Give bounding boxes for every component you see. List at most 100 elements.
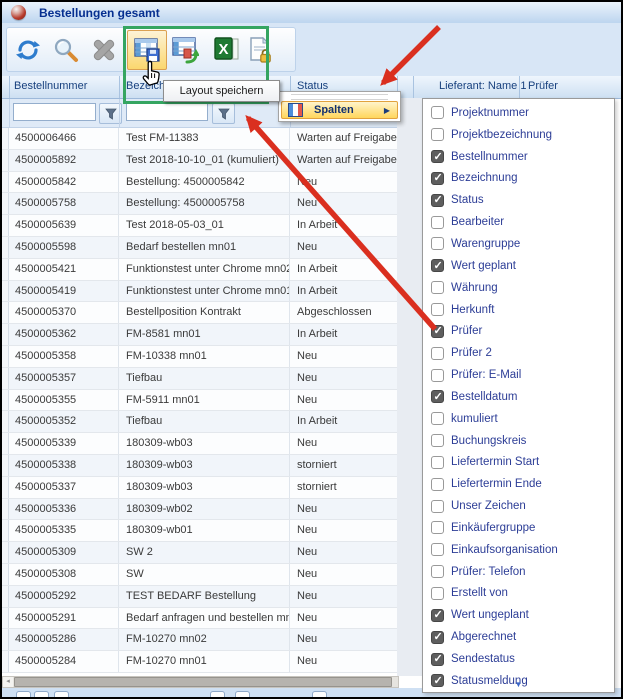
table-row[interactable]: 4500005370 Bestellposition Kontrakt Abge…: [2, 302, 397, 324]
table-row[interactable]: 4500005357 Tiefbau Neu: [2, 368, 397, 390]
column-menu-item[interactable]: Status: [431, 189, 610, 211]
pager-button[interactable]: [312, 691, 327, 699]
column-menu-item[interactable]: Währung: [431, 277, 610, 299]
table-row[interactable]: 4500005284 FM-10270 mn01 Neu: [2, 651, 397, 673]
column-menu-item[interactable]: Erstellt von: [431, 583, 610, 605]
scrollbar-left-arrow-icon[interactable]: ◂: [3, 677, 13, 687]
table-row[interactable]: 4500005598 Bedarf bestellen mn01 Neu: [2, 237, 397, 259]
column-menu-item[interactable]: Unser Zeichen: [431, 495, 610, 517]
column-checkbox[interactable]: [431, 456, 444, 469]
table-row[interactable]: 4500005842 Bestellung: 4500005842 Neu: [2, 172, 397, 194]
column-menu-item[interactable]: Wert ungeplant: [431, 604, 610, 626]
column-checkbox[interactable]: [431, 390, 444, 403]
column-menu-item[interactable]: Projektbezeichnung: [431, 124, 610, 146]
column-checkbox[interactable]: [431, 369, 444, 382]
search-button[interactable]: [53, 37, 79, 63]
pager-button[interactable]: [54, 691, 69, 699]
column-menu-item[interactable]: Prüfer 2: [431, 342, 610, 364]
column-checkbox[interactable]: [431, 653, 444, 666]
column-menu-item[interactable]: Einkäufergruppe: [431, 517, 610, 539]
pager-button[interactable]: [235, 691, 250, 699]
column-checkbox[interactable]: [431, 631, 444, 644]
column-menu-item[interactable]: Buchungskreis: [431, 430, 610, 452]
horizontal-scrollbar[interactable]: ◂: [2, 676, 399, 688]
column-checkbox[interactable]: [431, 325, 444, 338]
table-row[interactable]: 4500005892 Test 2018-10-10_01 (kumuliert…: [2, 150, 397, 172]
table-row[interactable]: 4500005758 Bestellung: 4500005758 Neu: [2, 193, 397, 215]
column-menu-item[interactable]: Abgerechnet: [431, 626, 610, 648]
table-row[interactable]: 4500005358 FM-10338 mn01 Neu: [2, 346, 397, 368]
table-row[interactable]: 4500005336 180309-wb02 Neu: [2, 499, 397, 521]
scrollbar-thumb[interactable]: [14, 677, 392, 687]
table-row[interactable]: 4500005309 SW 2 Neu: [2, 542, 397, 564]
column-checkbox[interactable]: [431, 106, 444, 119]
table-row[interactable]: 4500005308 SW Neu: [2, 564, 397, 586]
table-row[interactable]: 4500005338 180309-wb03 storniert: [2, 455, 397, 477]
column-menu-item[interactable]: Einkaufsorganisation: [431, 539, 610, 561]
column-menu-item[interactable]: Projektnummer: [431, 102, 610, 124]
header-divider: [519, 76, 520, 98]
column-menu-item[interactable]: Prüfer: Telefon: [431, 561, 610, 583]
submenu-arrow-icon: ▶: [384, 106, 390, 115]
column-menu-item[interactable]: Liefertermin Ende: [431, 473, 610, 495]
column-menu-item[interactable]: Herkunft: [431, 299, 610, 321]
table-row[interactable]: 4500005362 FM-8581 mn01 In Arbeit: [2, 324, 397, 346]
column-menu-item[interactable]: Liefertermin Start: [431, 452, 610, 474]
column-checkbox[interactable]: [431, 500, 444, 513]
column-checkbox[interactable]: [431, 609, 444, 622]
pager-button[interactable]: [34, 691, 49, 699]
column-checkbox[interactable]: [431, 434, 444, 447]
column-checkbox[interactable]: [431, 172, 444, 185]
column-header-pruefer[interactable]: Prüfer: [528, 80, 558, 92]
table-row[interactable]: 4500006466 Test FM-11383 Warten auf Frei…: [2, 128, 397, 150]
column-menu-item[interactable]: Prüfer: E-Mail: [431, 364, 610, 386]
table-row[interactable]: 4500005355 FM-5911 mn01 Neu: [2, 390, 397, 412]
column-checkbox[interactable]: [431, 303, 444, 316]
refresh-button[interactable]: [15, 37, 41, 63]
column-menu-item[interactable]: Prüfer: [431, 320, 610, 342]
menu-item-spalten[interactable]: Spalten ▶: [281, 101, 398, 119]
table-row[interactable]: 4500005352 Tiefbau In Arbeit: [2, 411, 397, 433]
column-menu-item[interactable]: kumuliert: [431, 408, 610, 430]
column-menu-item[interactable]: Wert geplant: [431, 255, 610, 277]
column-checkbox[interactable]: [431, 587, 444, 600]
column-checkbox[interactable]: [431, 281, 444, 294]
table-row[interactable]: 4500005335 180309-wb01 Neu: [2, 520, 397, 542]
column-checkbox[interactable]: [431, 237, 444, 250]
column-checkbox[interactable]: [431, 259, 444, 272]
column-checkbox[interactable]: [431, 521, 444, 534]
pager-button[interactable]: [210, 691, 225, 699]
column-header-lieferant[interactable]: Lieferant: Name 1: [439, 80, 526, 92]
column-menu-item[interactable]: Bestelldatum: [431, 386, 610, 408]
column-checkbox[interactable]: [431, 565, 444, 578]
column-checkbox[interactable]: [431, 543, 444, 556]
column-header-bestellnummer[interactable]: Bestellnummer: [14, 80, 87, 92]
scroll-down-icon[interactable]: ▼: [423, 679, 614, 691]
column-checkbox[interactable]: [431, 412, 444, 425]
column-checkbox[interactable]: [431, 194, 444, 207]
table-row[interactable]: 4500005419 Funktionstest unter Chrome mn…: [2, 281, 397, 303]
pager-button[interactable]: [16, 691, 31, 699]
cancel-button[interactable]: [91, 37, 117, 63]
column-menu-item[interactable]: Warengruppe: [431, 233, 610, 255]
filter-input-bezeichnung[interactable]: [126, 103, 208, 121]
table-row[interactable]: 4500005339 180309-wb03 Neu: [2, 433, 397, 455]
column-menu-item[interactable]: Bezeichnung: [431, 168, 610, 190]
table-row[interactable]: 4500005337 180309-wb03 storniert: [2, 477, 397, 499]
table-row[interactable]: 4500005639 Test 2018-05-03_01 In Arbeit: [2, 215, 397, 237]
column-checkbox[interactable]: [431, 478, 444, 491]
column-checkbox[interactable]: [431, 128, 444, 141]
column-checkbox[interactable]: [431, 216, 444, 229]
table-row[interactable]: 4500005286 FM-10270 mn02 Neu: [2, 629, 397, 651]
column-label: kumuliert: [451, 413, 498, 425]
filter-button-bezeichnung[interactable]: [212, 103, 235, 124]
column-menu-item[interactable]: Bestellnummer: [431, 146, 610, 168]
column-checkbox[interactable]: [431, 347, 444, 360]
column-checkbox[interactable]: [431, 150, 444, 163]
filter-input-bestellnummer[interactable]: [13, 103, 96, 121]
table-row[interactable]: 4500005421 Funktionstest unter Chrome mn…: [2, 259, 397, 281]
table-row[interactable]: 4500005291 Bedarf anfragen und bestellen…: [2, 608, 397, 630]
table-row[interactable]: 4500005292 TEST BEDARF Bestellung Neu: [2, 586, 397, 608]
column-menu-item[interactable]: Sendestatus: [431, 648, 610, 670]
column-menu-item[interactable]: Bearbeiter: [431, 211, 610, 233]
